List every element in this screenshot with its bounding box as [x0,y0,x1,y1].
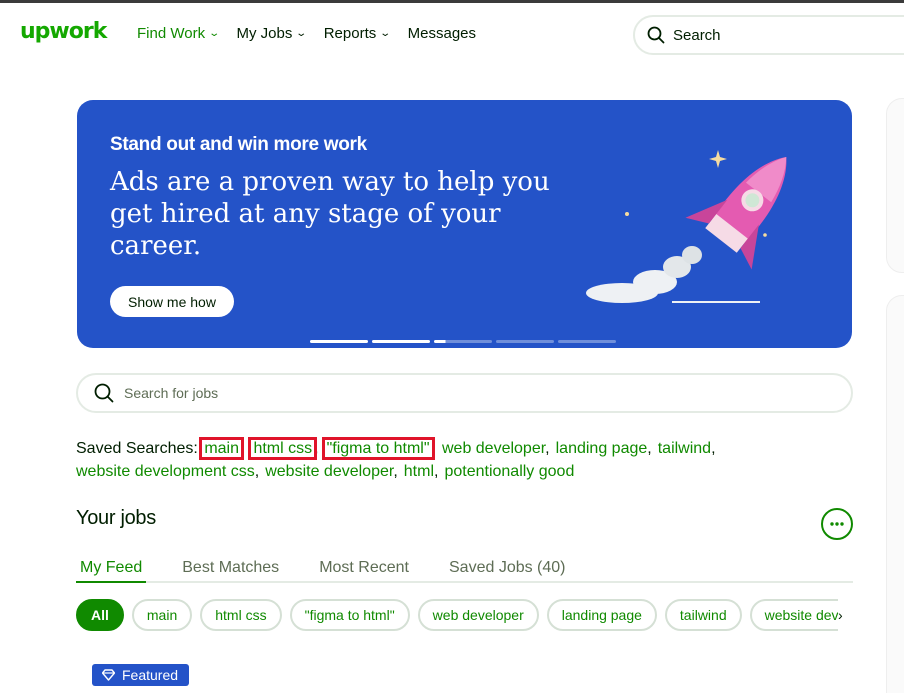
carousel-indicators [310,340,616,343]
search-icon [647,26,665,44]
right-sidebar-card [886,295,904,693]
chip[interactable]: html css [200,599,282,631]
carousel-dot[interactable] [496,340,554,343]
chip[interactable]: tailwind [664,599,742,631]
tab-most-recent[interactable]: Most Recent [315,559,413,583]
banner-headline: Ads are a proven way to help you get hir… [110,167,550,261]
window-top-border [0,0,904,3]
chevron-down-icon: ⌄ [208,28,221,39]
saved-searches: Saved Searches: main, html css, "figma to … [76,437,716,480]
search-icon [94,383,114,403]
saved-search-link[interactable]: html [404,463,434,480]
saved-search-link[interactable]: website developer [265,463,393,480]
saved-search-link[interactable]: main [199,437,244,460]
chip[interactable]: "figma to html" [289,599,410,631]
featured-label: Featured [122,667,179,683]
saved-search-link[interactable]: web developer [442,440,545,457]
your-jobs-heading: Your jobs [76,507,156,529]
nav-my-jobs[interactable]: My Jobs ⌄ [236,25,308,42]
ellipsis-icon [830,522,844,526]
saved-search-link[interactable]: tailwind [658,440,711,457]
saved-searches-label: Saved Searches: [76,440,198,457]
saved-search-link[interactable]: html css [248,437,318,460]
upwork-logo[interactable]: upwork [20,19,107,44]
promo-banner: Stand out and win more work Ads are a pr… [77,100,852,348]
chevron-down-icon: ⌄ [379,28,392,39]
job-search-input[interactable] [124,385,724,401]
tab-my-feed[interactable]: My Feed [76,559,147,583]
nav-label: Messages [407,25,477,42]
chevron-right-icon[interactable]: › [838,599,854,631]
chevron-down-icon: ⌄ [295,28,308,39]
carousel-dot[interactable] [310,340,368,343]
nav-label: Reports [323,25,377,42]
saved-search-link[interactable]: "figma to html" [321,437,435,460]
global-search[interactable]: Search [633,15,904,55]
right-sidebar-card [886,98,904,273]
nav-label: My Jobs [236,25,293,42]
nav-find-work[interactable]: Find Work ⌄ [137,25,221,42]
saved-search-link[interactable]: website development css [76,463,255,480]
chip[interactable]: landing page [546,599,657,631]
show-me-how-button[interactable]: Show me how [110,286,234,317]
job-search-bar[interactable] [76,373,853,413]
banner-eyebrow: Stand out and win more work [110,134,367,155]
chip-all[interactable]: All [76,599,124,631]
saved-search-link[interactable]: potentionally good [444,463,574,480]
chip[interactable]: web developer [417,599,539,631]
chip[interactable]: main [131,599,193,631]
carousel-dot[interactable] [558,340,616,343]
tab-best-matches[interactable]: Best Matches [178,559,283,583]
nav-messages[interactable]: Messages [408,25,476,42]
main-nav: Find Work ⌄ My Jobs ⌄ Reports ⌄ Messages [137,25,494,42]
job-feed-tabs: My Feed Best Matches Most Recent Saved J… [76,559,853,583]
featured-badge: Featured [92,664,190,686]
carousel-dot[interactable] [372,340,430,343]
nav-reports[interactable]: Reports ⌄ [323,25,392,42]
carousel-dot-active[interactable] [434,340,492,343]
saved-search-link[interactable]: landing page [556,440,648,457]
saved-search-chips: All main html css "figma to html" web de… [76,599,853,633]
diamond-icon [102,669,115,681]
tab-saved-jobs[interactable]: Saved Jobs (40) [445,559,570,583]
rocket-illustration [586,150,787,303]
global-search-label: Search [673,26,721,44]
more-options-button[interactable] [821,508,853,540]
nav-label: Find Work [137,25,206,42]
